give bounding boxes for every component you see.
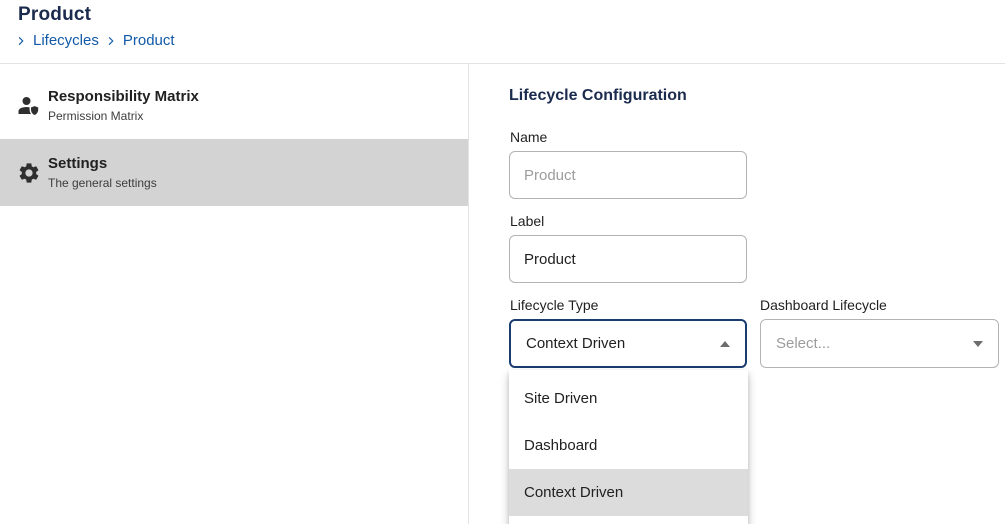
sidebar-item-subtitle: The general settings (48, 176, 157, 190)
label-label: Label (510, 213, 545, 229)
sidebar-item-subtitle: Permission Matrix (48, 109, 144, 123)
panel-divider (468, 64, 469, 524)
sidebar-item-title: Responsibility Matrix (48, 88, 199, 105)
sidebar-item-text: Responsibility Matrix Permission Matrix (48, 88, 199, 123)
menu-option-site-driven[interactable]: Site Driven (509, 375, 748, 422)
chevron-right-icon (14, 34, 28, 48)
dashboard-lifecycle-placeholder: Select... (776, 335, 831, 352)
sidebar-item-responsibility-matrix[interactable]: Responsibility Matrix Permission Matrix (0, 72, 468, 139)
gear-icon (17, 161, 41, 185)
sidebar-item-text: Settings The general settings (48, 155, 157, 190)
sidebar: Responsibility Matrix Permission Matrix … (0, 64, 468, 524)
name-input[interactable] (509, 151, 747, 199)
sidebar-item-settings[interactable]: Settings The general settings (0, 139, 468, 206)
page-title: Product (18, 4, 92, 25)
caret-down-icon (973, 340, 983, 347)
name-label: Name (510, 129, 548, 145)
breadcrumb-link-product[interactable]: Product (123, 32, 175, 49)
page: Product Lifecycles Product Responsibilit… (0, 0, 1005, 524)
label-input[interactable] (509, 235, 747, 283)
menu-option-dashboard[interactable]: Dashboard (509, 422, 748, 469)
lifecycle-type-menu: Site Driven Dashboard Context Driven (509, 370, 748, 524)
lifecycle-type-label: Lifecycle Type (510, 297, 599, 313)
sidebar-item-title: Settings (48, 155, 108, 172)
dashboard-lifecycle-label: Dashboard Lifecycle (760, 297, 887, 313)
menu-option-context-driven[interactable]: Context Driven (509, 469, 748, 516)
section-heading: Lifecycle Configuration (509, 87, 687, 104)
caret-up-icon (720, 340, 730, 347)
chevron-right-icon (104, 34, 118, 48)
lifecycle-type-value: Context Driven (526, 335, 626, 352)
person-shield-icon (17, 94, 41, 118)
dashboard-lifecycle-select[interactable]: Select... (760, 319, 999, 368)
breadcrumb: Lifecycles Product (14, 32, 175, 49)
lifecycle-type-select[interactable]: Context Driven (509, 319, 747, 368)
breadcrumb-link-lifecycles[interactable]: Lifecycles (33, 32, 99, 49)
